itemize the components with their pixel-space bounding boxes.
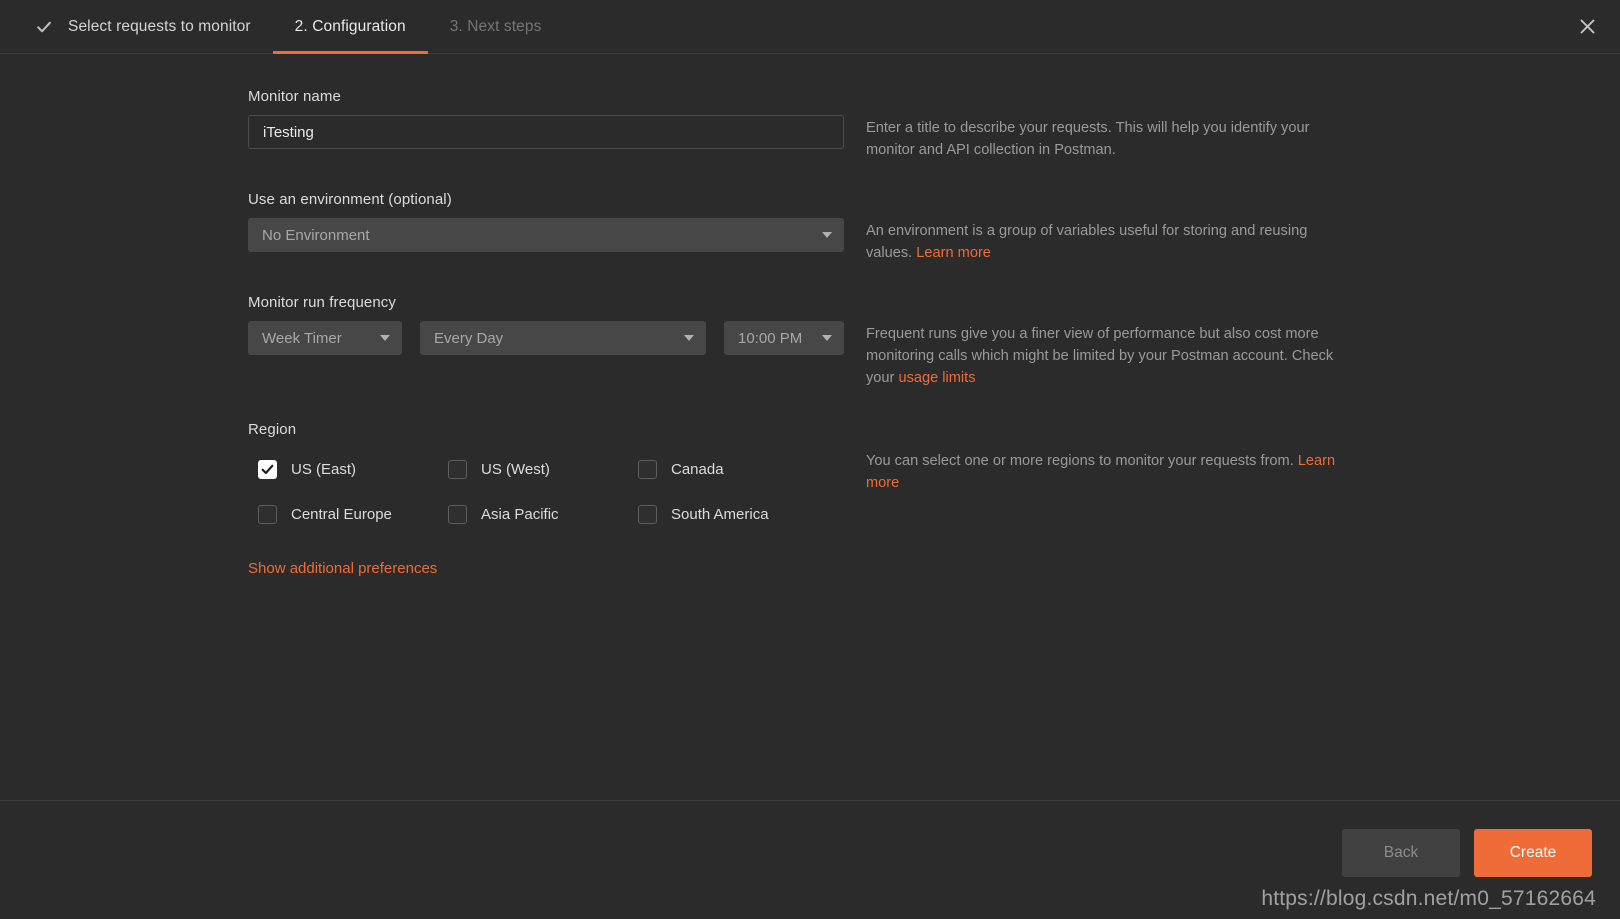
region-option-canada[interactable]: Canada [638, 460, 854, 479]
step-label: Select requests to monitor [68, 17, 251, 35]
checkbox-icon[interactable] [258, 505, 277, 524]
monitor-name-field-block: Monitor name Enter a title to describe y… [248, 88, 1568, 161]
frequency-help: Frequent runs give you a finer view of p… [866, 321, 1336, 389]
chevron-down-icon [822, 232, 832, 238]
monitor-name-help: Enter a title to describe your requests.… [866, 115, 1336, 161]
environment-select[interactable]: No Environment [248, 218, 844, 252]
watermark-url: https://blog.csdn.net/m0_57162664 [1261, 887, 1596, 910]
environment-field-block: Use an environment (optional) No Environ… [248, 191, 1568, 264]
frequency-interval-select[interactable]: Every Day [420, 321, 706, 355]
check-icon [36, 19, 52, 35]
step-label: 3. Next steps [449, 17, 542, 35]
back-button[interactable]: Back [1342, 829, 1460, 877]
dialog-footer: Back Create https://blog.csdn.net/m0_571… [0, 800, 1620, 919]
frequency-label: Monitor run frequency [248, 294, 397, 311]
frequency-field-block: Monitor run frequency Week Timer Every D… [248, 294, 1568, 389]
region-option-label: Asia Pacific [481, 506, 559, 523]
frequency-time-value: 10:00 PM [738, 329, 803, 347]
region-option-label: US (West) [481, 461, 550, 478]
frequency-controls: Week Timer Every Day 10:00 PM [248, 321, 844, 355]
checkbox-icon[interactable] [638, 460, 657, 479]
checkbox-icon[interactable] [638, 505, 657, 524]
region-option-label: Central Europe [291, 506, 392, 523]
frequency-type-value: Week Timer [262, 329, 342, 347]
environment-label: Use an environment (optional) [248, 191, 452, 208]
region-field-block: Region US (East) US (West) Canada Centra… [248, 421, 1568, 578]
region-help-text: You can select one or more regions to mo… [866, 453, 1298, 469]
region-option-central-europe[interactable]: Central Europe [258, 505, 448, 524]
monitor-name-label: Monitor name [248, 88, 341, 105]
step-next-steps[interactable]: 3. Next steps [428, 0, 564, 53]
usage-limits-link[interactable]: usage limits [898, 370, 975, 386]
environment-select-value: No Environment [262, 226, 370, 244]
region-help: You can select one or more regions to mo… [866, 448, 1336, 494]
monitor-name-help-text: Enter a title to describe your requests.… [866, 120, 1310, 158]
frequency-time-select[interactable]: 10:00 PM [724, 321, 844, 355]
frequency-interval-value: Every Day [434, 329, 504, 347]
step-configuration[interactable]: 2. Configuration [272, 0, 428, 54]
region-label: Region [248, 421, 297, 438]
monitor-name-input[interactable] [248, 115, 844, 149]
checkbox-icon[interactable] [258, 460, 277, 479]
environment-help: An environment is a group of variables u… [866, 218, 1336, 264]
region-checkbox-grid: US (East) US (West) Canada Central Europ… [258, 460, 844, 524]
frequency-type-select[interactable]: Week Timer [248, 321, 402, 355]
configuration-form-area: Monitor name Enter a title to describe y… [0, 54, 1620, 800]
chevron-down-icon [380, 335, 390, 341]
chevron-down-icon [822, 335, 832, 341]
step-label: 2. Configuration [294, 17, 406, 35]
step-select-requests[interactable]: Select requests to monitor [14, 0, 273, 53]
chevron-down-icon [684, 335, 694, 341]
wizard-step-bar: Select requests to monitor 2. Configurat… [0, 0, 1620, 54]
region-option-label: US (East) [291, 461, 357, 478]
create-button[interactable]: Create [1474, 829, 1592, 877]
region-option-asia-pacific[interactable]: Asia Pacific [448, 505, 638, 524]
environment-learn-more-link[interactable]: Learn more [916, 245, 991, 261]
checkbox-icon[interactable] [448, 505, 467, 524]
monitor-configuration-dialog: Select requests to monitor 2. Configurat… [0, 0, 1620, 919]
region-option-label: Canada [671, 461, 724, 478]
close-icon[interactable] [1572, 12, 1602, 42]
region-option-south-america[interactable]: South America [638, 505, 854, 524]
region-option-label: South America [671, 506, 769, 523]
checkbox-icon[interactable] [448, 460, 467, 479]
show-additional-preferences-link[interactable]: Show additional preferences [248, 560, 437, 577]
region-option-us-west[interactable]: US (West) [448, 460, 638, 479]
region-option-us-east[interactable]: US (East) [258, 460, 448, 479]
